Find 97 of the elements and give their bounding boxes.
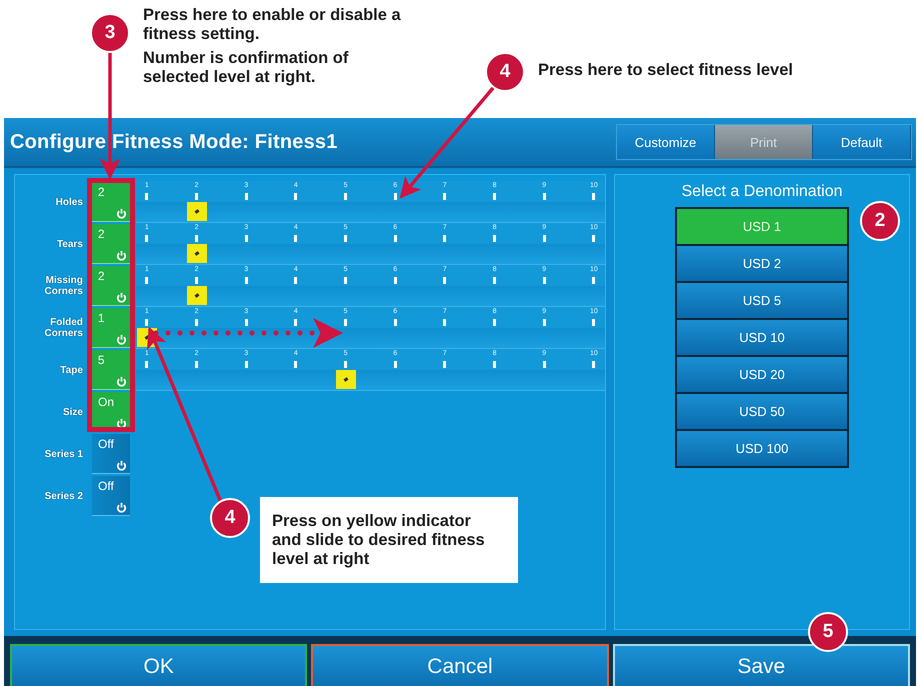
tick-mark <box>244 277 248 284</box>
tick-mark <box>493 319 496 326</box>
tick-mark <box>145 319 148 326</box>
toolbar-tab[interactable]: Default <box>813 125 911 159</box>
tick-mark <box>493 361 496 368</box>
denomination-button[interactable]: USD 20 <box>677 357 847 392</box>
tick-mark <box>592 361 596 368</box>
toggle-button[interactable]: 5 <box>92 350 130 390</box>
tick-mark <box>443 361 446 368</box>
tick-mark <box>145 277 148 284</box>
tick-mark <box>394 235 397 242</box>
denomination-button[interactable]: USD 50 <box>677 394 847 429</box>
tick-mark <box>145 235 148 242</box>
setting-label: Tape <box>59 364 84 376</box>
tick-mark <box>592 319 596 326</box>
denomination-button[interactable]: USD 2 <box>677 246 847 281</box>
setting-label: Size <box>62 406 84 418</box>
tick-mark <box>294 319 298 326</box>
callout-text: Press here to enable or disable a fitness setting. <box>143 6 402 44</box>
slider-thumb[interactable] <box>186 202 207 221</box>
tick-mark <box>542 193 546 200</box>
tick-mark <box>542 277 546 284</box>
tick-mark <box>294 193 298 200</box>
toggle-button[interactable]: Off <box>92 434 130 474</box>
setting-label: Holes <box>54 196 84 208</box>
tick-mark <box>244 361 248 368</box>
setting-label: Missing Corners <box>44 275 84 297</box>
tick-mark <box>493 277 496 284</box>
tick-mark <box>493 193 496 200</box>
action-button[interactable]: Cancel <box>311 644 609 686</box>
power-icon <box>116 418 127 429</box>
tick-mark <box>344 235 348 242</box>
power-icon <box>116 460 127 471</box>
tick-mark <box>195 193 198 200</box>
tick-mark <box>145 361 148 368</box>
denomination-button[interactable]: USD 100 <box>677 431 847 466</box>
tick-mark <box>344 277 348 284</box>
denomination-button[interactable]: USD 1 <box>677 209 847 244</box>
power-icon <box>116 376 127 387</box>
toggle-button[interactable]: 1 <box>92 308 130 348</box>
tick-mark <box>542 319 546 326</box>
tick-mark <box>195 319 198 326</box>
toggle-button[interactable]: Off <box>92 476 130 516</box>
denomination-button[interactable]: USD 5 <box>677 283 847 318</box>
tick-mark <box>443 277 446 284</box>
tick-mark <box>592 235 596 242</box>
tick-mark <box>493 235 496 242</box>
slider-thumb[interactable] <box>186 286 207 305</box>
setting-label: Folded Corners <box>44 317 84 339</box>
tick-mark <box>344 361 348 368</box>
tick-mark <box>244 235 248 242</box>
tick-mark <box>145 193 148 200</box>
tick-mark <box>394 277 397 284</box>
tick-mark <box>244 193 248 200</box>
tick-mark <box>344 319 348 326</box>
toggle-button[interactable]: 2 <box>92 182 130 222</box>
slider-thumb[interactable] <box>186 244 207 263</box>
power-icon <box>116 502 127 513</box>
denomination-button[interactable]: USD 10 <box>677 320 847 355</box>
tick-mark <box>294 277 298 284</box>
callout-text: Press on yellow indicator and slide to desired fitness level at right <box>272 512 486 568</box>
setting-label: Tears <box>56 238 84 250</box>
tick-mark <box>394 193 397 200</box>
tick-mark <box>244 319 248 326</box>
tick-mark <box>443 193 446 200</box>
tick-mark <box>443 235 446 242</box>
tick-mark <box>394 361 397 368</box>
power-icon <box>116 334 127 345</box>
tick-mark <box>542 361 546 368</box>
action-button[interactable]: OK <box>10 644 308 686</box>
toggle-button[interactable]: 2 <box>92 224 130 264</box>
tick-mark <box>195 361 198 368</box>
tick-mark <box>443 319 446 326</box>
tick-mark <box>195 277 198 284</box>
tick-mark <box>294 361 298 368</box>
setting-label: Series 2 <box>44 490 84 502</box>
tick-mark <box>592 277 596 284</box>
toggle-button[interactable]: 2 <box>92 266 130 306</box>
tick-mark <box>542 235 546 242</box>
action-button[interactable]: Save <box>612 644 910 686</box>
power-icon <box>116 250 127 261</box>
power-icon <box>116 208 127 219</box>
step-badge: 3 <box>90 13 130 53</box>
power-icon <box>116 292 127 303</box>
tick-mark <box>195 235 198 242</box>
slider-thumb[interactable] <box>336 370 356 389</box>
callout-text: Press here to select fitness level <box>538 61 794 80</box>
window-title: Configure Fitness Mode: Fitness1 <box>10 130 338 154</box>
panel-title: Select a Denomination <box>682 183 842 201</box>
tick-mark <box>394 319 397 326</box>
setting-label: Series 1 <box>44 448 84 460</box>
callout-text: Number is confirmation of selected level at right. <box>143 49 350 87</box>
tick-mark <box>344 193 348 200</box>
step-badge: 4 <box>485 52 525 92</box>
toolbar-tab[interactable]: Customize <box>617 125 715 159</box>
tick-mark <box>592 193 596 200</box>
tick-mark <box>294 235 298 242</box>
